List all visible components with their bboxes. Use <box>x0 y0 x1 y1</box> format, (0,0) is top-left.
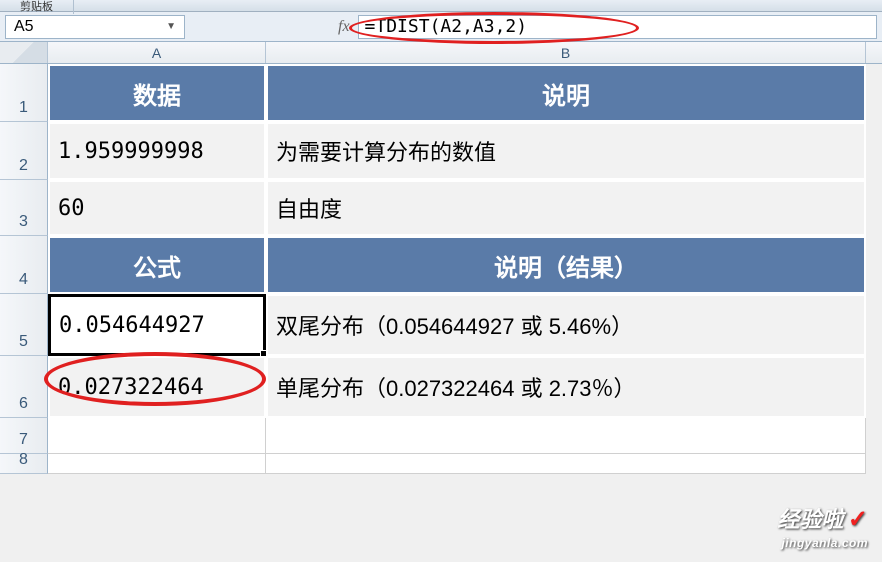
cell-a3[interactable]: 60 <box>48 180 266 236</box>
spreadsheet-row: 8 <box>0 454 882 474</box>
spreadsheet-row: 7 <box>0 418 882 454</box>
watermark: 经验啦 ✓ jingyanla.com <box>777 502 868 552</box>
watermark-text: 经验啦 <box>777 507 843 532</box>
row-header-3[interactable]: 3 <box>0 180 48 236</box>
cell-b7[interactable] <box>266 418 866 454</box>
spreadsheet-row: 4 公式 说明（结果） <box>0 236 882 294</box>
check-icon: ✓ <box>848 506 868 533</box>
row-header-7[interactable]: 7 <box>0 418 48 454</box>
select-all-corner[interactable] <box>0 42 48 63</box>
spreadsheet-row: 6 0.027322464 单尾分布（0.027322464 或 2.73％） <box>0 356 882 418</box>
column-headers: A B <box>0 42 882 64</box>
name-box-value: A5 <box>14 18 34 36</box>
row-header-8[interactable]: 8 <box>0 454 48 474</box>
cell-a7[interactable] <box>48 418 266 454</box>
row-header-6[interactable]: 6 <box>0 356 48 418</box>
fill-handle[interactable] <box>260 350 267 357</box>
cell-b8[interactable] <box>266 454 866 474</box>
cell-b6[interactable]: 单尾分布（0.027322464 或 2.73％） <box>266 356 866 418</box>
ribbon-section-clipboard[interactable]: 剪贴板 <box>0 0 74 14</box>
cell-b5[interactable]: 双尾分布（0.054644927 或 5.46%） <box>266 294 866 356</box>
cell-b2[interactable]: 为需要计算分布的数值 <box>266 122 866 180</box>
cell-b4[interactable]: 说明（结果） <box>266 236 866 294</box>
spreadsheet-row: 2 1.959999998 为需要计算分布的数值 <box>0 122 882 180</box>
column-header-a[interactable]: A <box>48 42 266 63</box>
fx-icon[interactable]: fx <box>330 18 358 36</box>
formula-bar[interactable]: =TDIST(A2,A3,2) <box>358 15 877 39</box>
formula-bar-row: A5 ▼ fx =TDIST(A2,A3,2) <box>0 12 882 42</box>
cell-a5-active[interactable]: 0.054644927 <box>48 294 266 356</box>
cell-a6[interactable]: 0.027322464 <box>48 356 266 418</box>
ribbon: 剪贴板 <box>0 0 882 12</box>
chevron-down-icon[interactable]: ▼ <box>166 21 176 32</box>
formula-text: =TDIST(A2,A3,2) <box>365 16 528 37</box>
watermark-url: jingyanla.com <box>781 536 868 550</box>
cell-a1[interactable]: 数据 <box>48 64 266 122</box>
cell-b3[interactable]: 自由度 <box>266 180 866 236</box>
spreadsheet-row: 1 数据 说明 <box>0 64 882 122</box>
cell-b1[interactable]: 说明 <box>266 64 866 122</box>
row-header-2[interactable]: 2 <box>0 122 48 180</box>
row-header-5[interactable]: 5 <box>0 294 48 356</box>
spreadsheet-row: 3 60 自由度 <box>0 180 882 236</box>
column-header-b[interactable]: B <box>266 42 866 63</box>
cell-a2[interactable]: 1.959999998 <box>48 122 266 180</box>
row-header-1[interactable]: 1 <box>0 64 48 122</box>
cell-a8[interactable] <box>48 454 266 474</box>
cell-a4[interactable]: 公式 <box>48 236 266 294</box>
spreadsheet-row: 5 0.054644927 双尾分布（0.054644927 或 5.46%） <box>0 294 882 356</box>
row-header-4[interactable]: 4 <box>0 236 48 294</box>
cell-a5-value: 0.054644927 <box>59 313 205 338</box>
name-box[interactable]: A5 ▼ <box>5 15 185 39</box>
